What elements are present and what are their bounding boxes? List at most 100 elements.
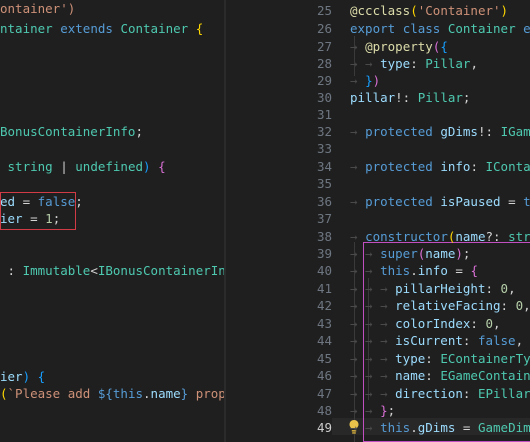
code-text[interactable]: → → → pillarHeight: 0, [350,280,516,297]
line-number[interactable]: 38 [286,228,332,245]
code-line[interactable]: 32 → protected gDims!: IGameDi [226,123,530,140]
code-token: protected [365,159,433,174]
code-line[interactable]: 48 → → }; [226,402,530,419]
code-line[interactable]: 25 @ccclass('Container') [226,2,530,19]
code-line[interactable]: 30 pillar!: Pillar; [226,89,530,106]
code-line[interactable]: 40 → → this.info = { [226,262,530,279]
line-number[interactable]: 46 [286,367,332,384]
code-line[interactable]: 36 → protected isPaused = true [226,193,530,210]
line-number[interactable]: 32 [286,123,332,140]
code-text[interactable]: ontainer') [0,0,75,17]
line-number[interactable]: 49 [286,419,332,436]
line-number[interactable]: 34 [286,158,332,175]
code-token: → → [350,403,381,418]
line-number[interactable]: 37 [286,210,332,227]
code-text[interactable]: → → super(name); [350,245,470,262]
code-text[interactable]: BonusContainerInfo; [0,123,143,140]
code-line[interactable]: 26 export class Container exte [226,20,530,37]
code-line[interactable]: 38 → constructor(name?: string [226,228,530,245]
code-line[interactable]: : Immutable<IBonusContainerInfo> [0,262,224,279]
line-number[interactable]: 47 [286,385,332,402]
line-number[interactable]: 45 [286,350,332,367]
code-token: → → → [350,281,396,296]
code-text[interactable]: → protected isPaused = true [350,193,530,210]
code-text[interactable]: → → this.info = { [350,262,478,279]
code-line[interactable]: 44 → → → isCurrent: false, [226,332,530,349]
right-editor-pane[interactable]: 25 @ccclass('Container') 26 export class Co… [226,0,530,442]
code-text[interactable]: → → → name: EGameContainer [350,367,530,384]
code-text[interactable]: ntainer extends Container { [0,20,203,37]
code-line[interactable]: 31 [226,106,530,123]
line-number[interactable]: 31 [286,106,332,123]
code-text[interactable]: → constructor(name?: string [350,228,530,245]
code-text[interactable]: → → → type: EContainerType [350,350,530,367]
code-line[interactable]: 29 → }) [226,72,530,89]
code-text[interactable]: : Immutable<IBonusContainerInfo> [0,262,224,279]
code-text[interactable]: → → → relativeFacing: 0, [350,297,530,314]
code-line[interactable]: BonusContainerInfo; [0,123,224,140]
code-text[interactable]: → @property({ [350,38,448,55]
code-text[interactable]: @ccclass('Container') [350,2,508,19]
code-text[interactable]: → protected gDims!: IGameDi [350,123,530,140]
code-line[interactable]: 27 → @property({ [226,38,530,55]
code-token: ) [372,73,381,88]
code-line[interactable]: 39 → → super(name); [226,245,530,262]
code-text[interactable]: export class Container exte [350,20,530,37]
code-line[interactable]: 46 → → → name: EGameContainer [226,367,530,384]
code-text[interactable]: → → }; [350,402,395,419]
line-number[interactable]: 28 [286,55,332,72]
code-line[interactable]: 28 → → type: Pillar, [226,55,530,72]
code-token: type [380,56,411,71]
line-number[interactable]: 48 [286,402,332,419]
line-number[interactable]: 42 [286,297,332,314]
code-token: : [500,298,509,313]
line-number[interactable]: 26 [286,20,332,37]
code-line[interactable]: 45 → → → type: EContainerType [226,350,530,367]
line-number[interactable]: 36 [286,193,332,210]
line-number[interactable]: 35 [286,175,332,192]
line-number[interactable]: 27 [286,38,332,55]
code-text[interactable]: → → this.gDims = GameDimens [350,419,530,436]
code-token: → [350,194,366,209]
code-text[interactable]: → → type: Pillar, [350,55,478,72]
code-line[interactable]: 42 → → → relativeFacing: 0, [226,297,530,314]
code-text[interactable]: string | undefined) { [0,158,166,175]
line-number[interactable]: 29 [286,72,332,89]
line-number[interactable]: 43 [286,315,332,332]
code-line[interactable]: string | undefined) { [0,158,224,175]
code-text[interactable]: (`Please add ${this.name} propert [0,385,224,402]
code-token: false [477,333,516,348]
code-text[interactable]: pillar!: Pillar; [350,89,470,106]
code-text[interactable]: → }) [350,72,380,89]
code-text[interactable]: → → → isCurrent: false, [350,332,523,349]
code-text[interactable]: → → → colorIndex: 0, [350,315,501,332]
code-line[interactable]: 43 → → → colorIndex: 0, [226,315,530,332]
code-line[interactable]: 49 → → this.gDims = GameDimens [226,419,530,436]
code-line[interactable]: 41 → → → pillarHeight: 0, [226,280,530,297]
code-token: , [470,56,478,71]
line-number[interactable]: 39 [286,245,332,262]
code-line[interactable]: ontainer') [0,0,224,17]
code-line[interactable]: 37 [226,210,530,227]
line-number[interactable]: 33 [286,140,332,157]
code-line[interactable]: ntainer extends Container { [0,20,224,37]
line-number[interactable]: 25 [286,2,332,19]
code-token: . [410,263,418,278]
code-text[interactable]: → → → direction: EPillarDir [350,385,530,402]
line-number[interactable]: 30 [286,89,332,106]
code-text[interactable]: ier) { [0,368,45,385]
code-token: : [7,263,16,278]
code-line[interactable]: (`Please add ${this.name} propert [0,385,224,402]
code-line[interactable]: 34 → protected info: IContaine [226,158,530,175]
line-number[interactable]: 44 [286,332,332,349]
code-token: info [417,263,448,278]
code-line[interactable]: 47 → → → direction: EPillarDir [226,385,530,402]
code-text[interactable]: → protected info: IContaine [350,158,530,175]
line-number[interactable]: 40 [286,262,332,279]
code-line[interactable]: 35 [226,175,530,192]
line-number[interactable]: 41 [286,280,332,297]
code-line[interactable]: ier) { [0,368,224,385]
code-line[interactable]: 33 [226,140,530,157]
